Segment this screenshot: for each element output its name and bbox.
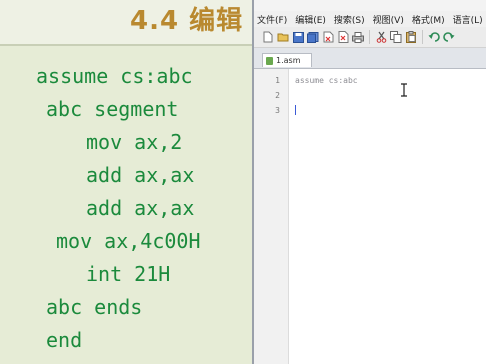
copy-icon[interactable] — [390, 31, 402, 43]
editor-window: 文件(F) 编辑(E) 搜索(S) 视图(V) 格式(M) 语言(L) 1.as… — [252, 0, 486, 364]
line-number: 3 — [275, 106, 280, 115]
menu-format[interactable]: 格式(M) — [412, 13, 445, 26]
slide-code-line: abc segment — [46, 97, 179, 121]
menu-language[interactable]: 语言(L) — [453, 13, 483, 26]
new-file-icon[interactable] — [262, 31, 274, 43]
slide-code-line: add ax,ax — [86, 163, 195, 187]
menu-bar: 文件(F) 编辑(E) 搜索(S) 视图(V) 格式(M) 语言(L) — [254, 11, 486, 27]
menu-edit[interactable]: 编辑(E) — [295, 13, 326, 26]
lecture-slide: 4.4 编辑 assume cs:abc abc segment mov ax,… — [0, 0, 252, 364]
toolbar-separator — [422, 30, 423, 44]
slide-title-bar: 4.4 编辑 — [0, 0, 252, 44]
menu-search[interactable]: 搜索(S) — [334, 13, 365, 26]
tab-label: 1.asm — [276, 56, 301, 65]
slide-title: 4.4 编辑 — [130, 6, 244, 36]
close-icon[interactable] — [322, 31, 334, 43]
code-editor[interactable]: 1 2 3 assume cs:abc — [254, 69, 486, 364]
toolbar-separator — [369, 30, 370, 44]
undo-icon[interactable] — [428, 31, 440, 43]
tab-1-asm[interactable]: 1.asm — [262, 53, 312, 67]
line-number-gutter: 1 2 3 — [254, 69, 289, 364]
slide-code-line: mov ax,2 — [86, 130, 183, 154]
slide-code-line: assume cs:abc — [36, 64, 193, 88]
slide-code-line: add ax,ax — [86, 196, 195, 220]
slide-code-line: int 21H — [86, 262, 171, 286]
line-number: 2 — [275, 91, 280, 100]
save-all-icon[interactable] — [307, 31, 319, 43]
redo-icon[interactable] — [443, 31, 455, 43]
open-file-icon[interactable] — [277, 31, 289, 43]
text-caret — [295, 105, 296, 115]
ibeam-cursor-icon — [400, 82, 408, 97]
menu-file[interactable]: 文件(F) — [257, 13, 287, 26]
editor-line[interactable]: assume cs:abc — [295, 73, 358, 88]
line-number: 1 — [275, 76, 280, 85]
document-tab-bar: 1.asm — [254, 48, 486, 69]
slide-code-line: abc ends — [46, 295, 143, 319]
cut-icon[interactable] — [375, 31, 387, 43]
save-icon[interactable] — [292, 31, 304, 43]
print-icon[interactable] — [352, 31, 364, 43]
file-icon — [266, 56, 273, 65]
paste-icon[interactable] — [405, 31, 417, 43]
close-all-icon[interactable] — [337, 31, 349, 43]
slide-code-line: mov ax,4c00H — [56, 229, 201, 253]
toolbar — [254, 27, 486, 48]
slide-divider — [0, 44, 252, 46]
menu-view[interactable]: 视图(V) — [373, 13, 404, 26]
slide-code-line: end — [46, 328, 83, 352]
